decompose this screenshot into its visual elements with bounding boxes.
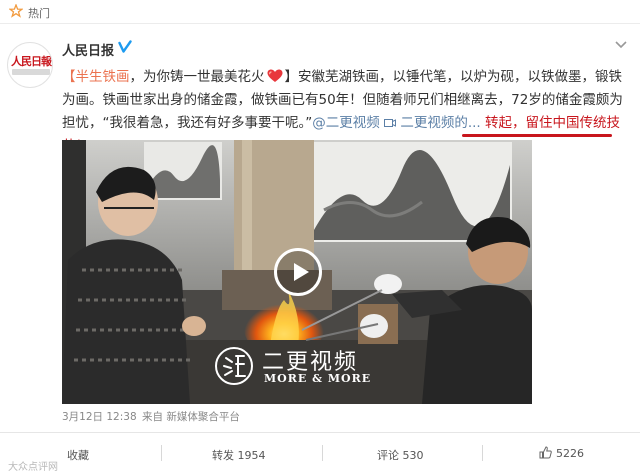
post-text-part1: ，为你铸一世最美花火 xyxy=(129,69,265,85)
thumbs-up-icon[interactable] xyxy=(539,446,552,459)
repost-button[interactable]: 转发 1954 xyxy=(212,447,266,463)
comment-button[interactable]: 评论 530 xyxy=(377,447,424,463)
verified-icon xyxy=(118,40,132,53)
red-underline xyxy=(462,134,612,137)
post-date[interactable]: 3月12日 12:38 xyxy=(62,411,137,423)
author-name[interactable]: 人民日报 xyxy=(62,40,114,59)
like-count[interactable]: 5226 xyxy=(556,447,584,460)
post-meta: 3月12日 12:38 来自 新媒体聚合平台 xyxy=(62,409,242,424)
play-button[interactable] xyxy=(274,248,322,296)
hot-star-icon xyxy=(9,4,23,18)
video-thumbnail[interactable]: 二更视频 MORE & MORE xyxy=(62,140,532,404)
mention-link[interactable]: @二更视频 xyxy=(312,115,380,131)
post-source: 来自 新媒体聚合平台 xyxy=(141,411,240,423)
play-icon xyxy=(294,263,309,281)
favorite-button[interactable]: 收藏 xyxy=(67,447,89,463)
mention-link-extra[interactable]: 二更视频的... xyxy=(400,115,480,131)
bottom-watermark: 大众点评网 xyxy=(8,462,58,473)
action-bar: 收藏 转发 1954 评论 530 5226 xyxy=(0,432,640,476)
avatar[interactable]: 人民日報 xyxy=(7,42,53,88)
avatar-logo-text: 人民日報 xyxy=(11,55,52,68)
video-link-icon xyxy=(384,119,397,127)
avatar-logo-sub xyxy=(12,69,50,75)
divider xyxy=(161,445,162,461)
chevron-down-icon[interactable] xyxy=(614,40,628,50)
heart-icon xyxy=(267,69,282,82)
watermark-subtitle: MORE & MORE xyxy=(264,372,372,385)
watermark-logo-icon xyxy=(215,347,253,385)
top-bar: 热门 xyxy=(0,0,640,24)
hot-label[interactable]: 热门 xyxy=(28,5,50,21)
divider xyxy=(322,445,323,461)
topic-link[interactable]: 【半生铁画 xyxy=(62,69,130,85)
divider xyxy=(482,445,483,461)
